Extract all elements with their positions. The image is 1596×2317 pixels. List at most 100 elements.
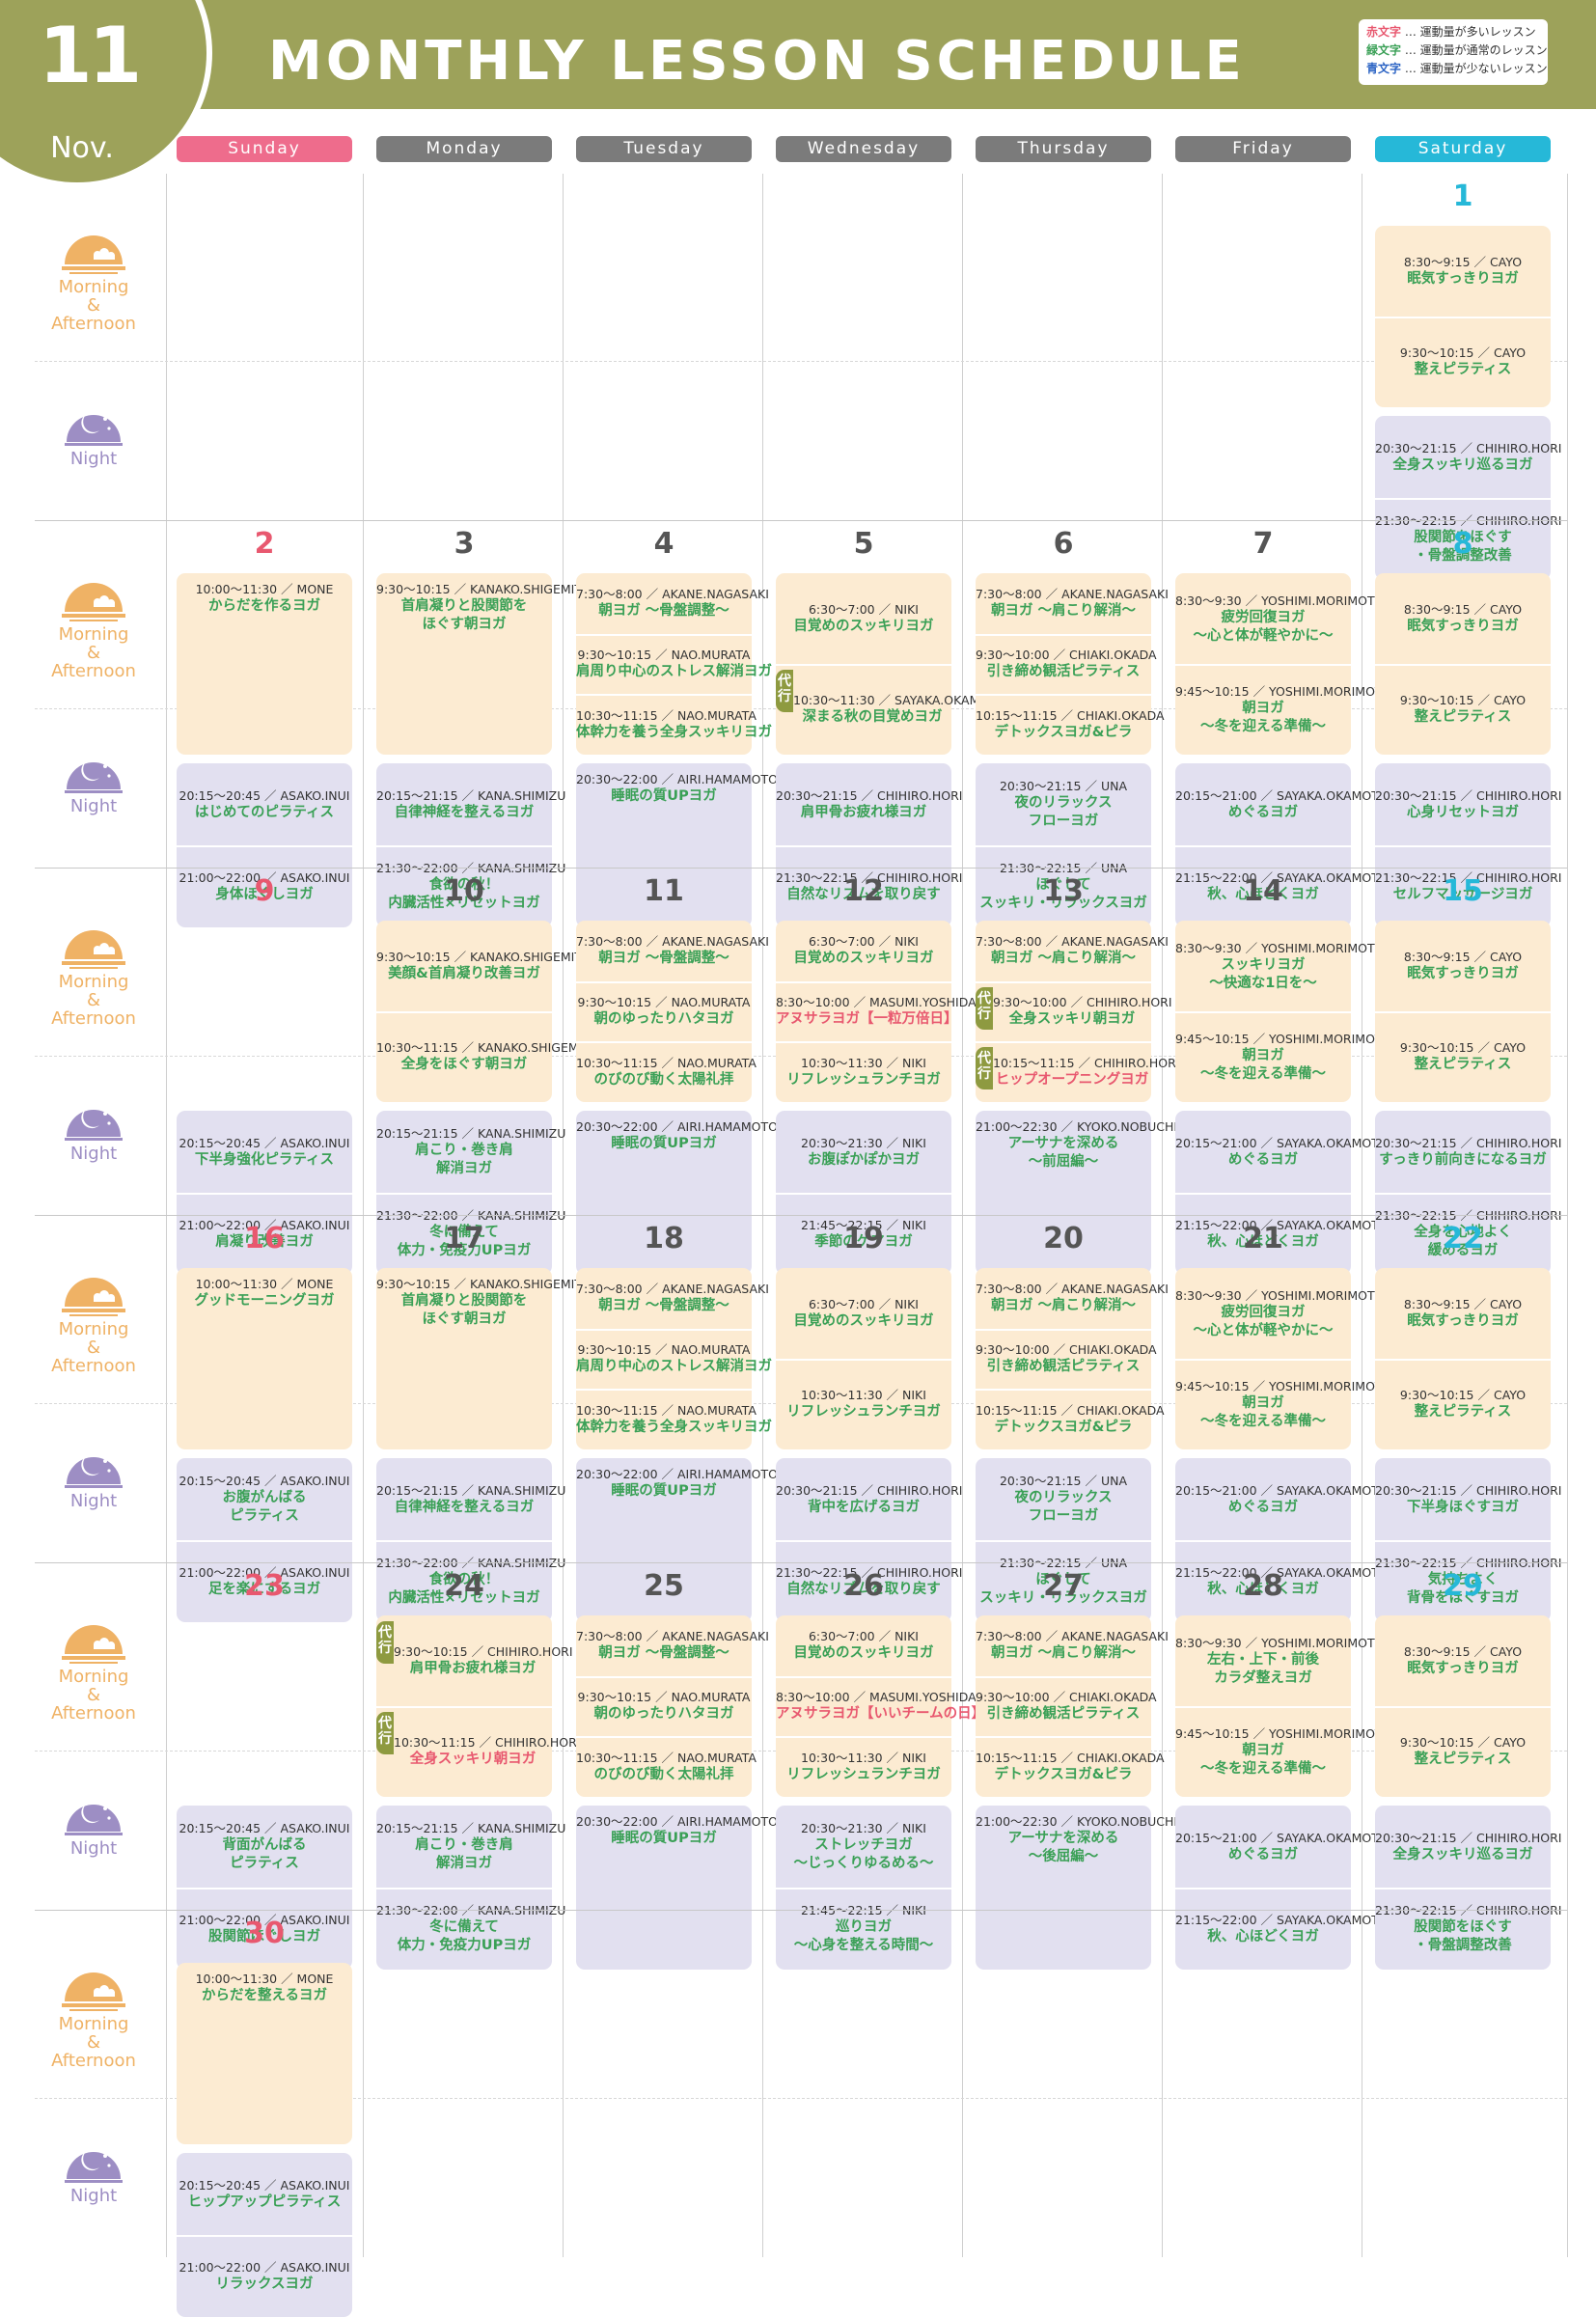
lesson-item[interactable]: 10:30～11:15 ／ CHIHIRO.HORI 全身スッキリ朝ヨガ <box>394 1734 581 1769</box>
lesson-item[interactable]: 20:30～21:15 ／ UNA 夜のリラックス フローヨガ <box>976 1473 1151 1526</box>
lesson-item[interactable]: 20:15～20:45 ／ ASAKO.INUI はじめてのピラティス <box>177 787 352 822</box>
lesson-item[interactable]: 10:15～11:15 ／ CHIHIRO.HORI ヒップオープニングヨガ <box>993 1055 1180 1090</box>
lesson-item[interactable]: 9:45～10:15 ／ YOSHIMI.MORIMOTO 朝ヨガ ～冬を迎える準… <box>1175 1031 1391 1084</box>
lesson-item[interactable]: 7:30～8:00 ／ AKANE.NAGASAKI 朝ヨガ ～骨盤調整～ <box>576 1281 769 1315</box>
lesson-item[interactable]: 20:30～22:00 ／ AIRI.HAMAMOTO 睡眠の質UPヨガ <box>576 1466 778 1501</box>
lesson-item[interactable]: 9:30～10:00 ／ CHIAKI.OKADA 引き締め観活ピラティス <box>976 647 1157 681</box>
lesson-item[interactable]: 9:30～10:15 ／ CAYO 整えピラティス <box>1375 1039 1551 1074</box>
lesson-item[interactable]: 20:30～22:00 ／ AIRI.HAMAMOTO 睡眠の質UPヨガ <box>576 1813 778 1848</box>
lesson-time-instructor: 9:30～10:15 ／ CAYO <box>1399 1735 1527 1750</box>
lesson-item[interactable]: 10:00～11:30 ／ MONE からだを作るヨガ <box>177 581 352 616</box>
lesson-item[interactable]: 20:30～21:15 ／ CHIHIRO.HORI 肩甲骨お疲れ様ヨガ <box>776 787 963 822</box>
lesson-item[interactable]: 10:30～11:30 ／ SAYAKA.OKAMOTO 深まる秋の目覚めヨガ <box>793 692 1006 727</box>
lesson-item[interactable]: 20:15～20:45 ／ ASAKO.INUI 背面がんばる ピラティス <box>177 1820 352 1873</box>
lesson-time-instructor: 9:30～10:00 ／ CHIHIRO.HORI <box>993 995 1172 1009</box>
lesson-item[interactable]: 10:30～11:15 ／ KANAKO.SHIGEMITSU 全身をほぐす朝ヨガ <box>376 1039 606 1074</box>
lesson-item[interactable]: 20:15～21:00 ／ SAYAKA.OKAMOTO めぐるヨガ <box>1175 787 1389 822</box>
lesson-item[interactable]: 20:30～21:15 ／ CHIHIRO.HORI すっきり前向きになるヨガ <box>1375 1135 1562 1170</box>
lesson-item[interactable]: 21:00～22:30 ／ KYOKO.NOBUCHI アーサナを深める ～前屈編… <box>976 1118 1177 1172</box>
lesson-item[interactable]: 7:30～8:00 ／ AKANE.NAGASAKI 朝ヨガ ～肩こり解消～ <box>976 586 1169 621</box>
lesson-item[interactable]: 9:30～10:15 ／ CAYO 整えピラティス <box>1375 692 1551 727</box>
lesson-item[interactable]: 8:30～10:00 ／ MASUMI.YOSHIDA アヌサラヨガ【いいチームの… <box>776 1689 985 1724</box>
lesson-item[interactable]: 9:30～10:00 ／ CHIHIRO.HORI 全身スッキリ朝ヨガ <box>993 994 1172 1029</box>
lesson-item[interactable]: 20:30～21:15 ／ CHIHIRO.HORI 下半身ほぐすヨガ <box>1375 1482 1562 1517</box>
lesson-item[interactable]: 20:30～21:30 ／ NIKI ストレッチヨガ ～じっくりゆるめる～ <box>776 1820 951 1873</box>
lesson-item[interactable]: 20:15～20:45 ／ ASAKO.INUI 下半身強化ピラティス <box>177 1135 352 1170</box>
lesson-item[interactable]: 9:30～10:15 ／ NAO.MURATA 肩周り中心のストレス解消ヨガ <box>576 647 772 681</box>
lesson-item[interactable]: 9:45～10:15 ／ YOSHIMI.MORIMOTO 朝ヨガ ～冬を迎える準… <box>1175 1725 1391 1779</box>
lesson-item[interactable]: 20:15～21:00 ／ SAYAKA.OKAMOTO めぐるヨガ <box>1175 1135 1389 1170</box>
lesson-item[interactable]: 9:45～10:15 ／ YOSHIMI.MORIMOTO 朝ヨガ ～冬を迎える準… <box>1175 683 1391 736</box>
lesson-item[interactable]: 7:30～8:00 ／ AKANE.NAGASAKI 朝ヨガ ～肩こり解消～ <box>976 1281 1169 1315</box>
lesson-item[interactable]: 8:30～9:30 ／ YOSHIMI.MORIMOTO 疲労回復ヨガ ～心と体が… <box>1175 1287 1384 1340</box>
lesson-item[interactable]: 20:30～21:15 ／ UNA 夜のリラックス フローヨガ <box>976 778 1151 831</box>
lesson-item[interactable]: 9:30～10:15 ／ NAO.MURATA 肩周り中心のストレス解消ヨガ <box>576 1341 772 1376</box>
lesson-item[interactable]: 7:30～8:00 ／ AKANE.NAGASAKI 朝ヨガ ～骨盤調整～ <box>576 586 769 621</box>
lesson-item[interactable]: 10:30～11:15 ／ NAO.MURATA 体幹力を養う全身スッキリヨガ <box>576 1402 772 1437</box>
lesson-item[interactable]: 9:30～10:15 ／ CAYO 整えピラティス <box>1375 1734 1551 1769</box>
lesson-item[interactable]: 9:30～10:15 ／ CAYO 整えピラティス <box>1375 345 1551 379</box>
lesson-item[interactable]: 21:00～22:00 ／ ASAKO.INUI リラックスヨガ <box>177 2259 352 2294</box>
date-number: 9 <box>254 874 275 908</box>
lesson-item[interactable]: 6:30～7:00 ／ NIKI 目覚めのスッキリヨガ <box>776 1296 951 1331</box>
lesson-item[interactable]: 20:15～20:45 ／ ASAKO.INUI ヒップアップピラティス <box>177 2177 352 2212</box>
lesson-item[interactable]: 10:30～11:30 ／ NIKI リフレッシュランチヨガ <box>776 1750 951 1784</box>
lesson-time-instructor: 20:30～21:15 ／ CHIHIRO.HORI <box>1375 1830 1562 1845</box>
lesson-item[interactable]: 9:30～10:00 ／ CHIAKI.OKADA 引き締め観活ピラティス <box>976 1341 1157 1376</box>
lesson-item[interactable]: 8:30～9:15 ／ CAYO 眠気すっきりヨガ <box>1375 1643 1551 1678</box>
lesson-item[interactable]: 7:30～8:00 ／ AKANE.NAGASAKI 朝ヨガ ～肩こり解消～ <box>976 1628 1169 1663</box>
lesson-item[interactable]: 20:15～20:45 ／ ASAKO.INUI お腹がんばる ピラティス <box>177 1473 352 1526</box>
lesson-item[interactable]: 8:30～9:15 ／ CAYO 眠気すっきりヨガ <box>1375 254 1551 289</box>
lesson-item[interactable]: 9:30～10:00 ／ CHIAKI.OKADA 引き締め観活ピラティス <box>976 1689 1157 1724</box>
lesson-item[interactable]: 9:30～10:15 ／ KANAKO.SHIGEMITSU 首肩凝りと股関節を … <box>376 581 598 634</box>
lesson-item[interactable]: 8:30～9:15 ／ CAYO 眠気すっきりヨガ <box>1375 601 1551 636</box>
lesson-item[interactable]: 7:30～8:00 ／ AKANE.NAGASAKI 朝ヨガ ～骨盤調整～ <box>576 933 769 968</box>
lesson-item[interactable]: 21:15～22:00 ／ SAYAKA.OKAMOTO 秋、心ほどくヨガ <box>1175 1912 1389 1946</box>
lesson-item[interactable]: 8:30～9:15 ／ CAYO 眠気すっきりヨガ <box>1375 949 1551 983</box>
lesson-item[interactable]: 21:00～22:30 ／ KYOKO.NOBUCHI アーサナを深める ～後屈編… <box>976 1813 1177 1866</box>
lesson-item[interactable]: 20:15～21:15 ／ KANA.SHIMIZU 肩こり・巻き肩 解消ヨガ <box>376 1820 565 1873</box>
lesson-item[interactable]: 20:15～21:15 ／ KANA.SHIMIZU 肩こり・巻き肩 解消ヨガ <box>376 1125 565 1178</box>
lesson-item[interactable]: 20:15～21:00 ／ SAYAKA.OKAMOTO めぐるヨガ <box>1175 1482 1389 1517</box>
lesson-item[interactable]: 9:45～10:15 ／ YOSHIMI.MORIMOTO 朝ヨガ ～冬を迎える準… <box>1175 1378 1391 1431</box>
lesson-item[interactable]: 9:30～10:15 ／ NAO.MURATA 朝のゆったりハタヨガ <box>576 994 752 1029</box>
lesson-item[interactable]: 8:30～9:30 ／ YOSHIMI.MORIMOTO 左右・上下・前後 カラダ… <box>1175 1635 1384 1688</box>
lesson-item[interactable]: 8:30～9:15 ／ CAYO 眠気すっきりヨガ <box>1375 1296 1551 1331</box>
lesson-item[interactable]: 8:30～10:00 ／ MASUMI.YOSHIDA アヌサラヨガ【一粒万倍日】 <box>776 994 977 1029</box>
lesson-item[interactable]: 10:00～11:30 ／ MONE グッドモーニングヨガ <box>177 1276 352 1310</box>
lesson-item[interactable]: 20:15～21:00 ／ SAYAKA.OKAMOTO めぐるヨガ <box>1175 1830 1389 1864</box>
lesson-item[interactable]: 9:30～10:15 ／ CAYO 整えピラティス <box>1375 1387 1551 1421</box>
date-number: 22 <box>1443 1222 1483 1255</box>
lesson-item[interactable]: 6:30～7:00 ／ NIKI 目覚めのスッキリヨガ <box>776 1628 951 1663</box>
lesson-name: 朝ヨガ ～肩こり解消～ <box>990 603 1137 620</box>
lesson-item[interactable]: 20:15～21:15 ／ KANA.SHIMIZU 自律神経を整えるヨガ <box>376 787 565 822</box>
lesson-item[interactable]: 9:30～10:15 ／ CHIHIRO.HORI 肩甲骨お疲れ様ヨガ <box>394 1643 573 1678</box>
lesson-item[interactable]: 10:30～11:30 ／ NIKI リフレッシュランチヨガ <box>776 1055 951 1090</box>
lesson-item[interactable]: 10:15～11:15 ／ CHIAKI.OKADA デトックスヨガ&ピラ <box>976 707 1165 742</box>
lesson-item[interactable]: 9:30～10:15 ／ KANAKO.SHIGEMITSU 首肩凝りと股関節を … <box>376 1276 598 1329</box>
lesson-item[interactable]: 10:15～11:15 ／ CHIAKI.OKADA デトックスヨガ&ピラ <box>976 1750 1165 1784</box>
lesson-item[interactable]: 7:30～8:00 ／ AKANE.NAGASAKI 朝ヨガ ～骨盤調整～ <box>576 1628 769 1663</box>
lesson-item[interactable]: 8:30～9:30 ／ YOSHIMI.MORIMOTO スッキリヨガ ～快適な1… <box>1175 940 1384 993</box>
lesson-item[interactable]: 9:30～10:15 ／ KANAKO.SHIGEMITSU 美顔&首肩凝り改善ヨ… <box>376 949 598 983</box>
lesson-item[interactable]: 20:15～21:15 ／ KANA.SHIMIZU 自律神経を整えるヨガ <box>376 1482 565 1517</box>
moon-icon <box>65 1803 123 1835</box>
lesson-item[interactable]: 10:30～11:15 ／ NAO.MURATA 体幹力を養う全身スッキリヨガ <box>576 707 772 742</box>
lesson-item[interactable]: 20:30～21:30 ／ NIKI お腹ぽかぽかヨガ <box>776 1135 951 1170</box>
lesson-item[interactable]: 6:30～7:00 ／ NIKI 目覚めのスッキリヨガ <box>776 601 951 636</box>
lesson-item[interactable]: 20:30～22:00 ／ AIRI.HAMAMOTO 睡眠の質UPヨガ <box>576 1118 778 1153</box>
lesson-item[interactable]: 10:30～11:15 ／ NAO.MURATA のびのび動く太陽礼拝 <box>576 1750 757 1784</box>
lesson-item[interactable]: 8:30～9:30 ／ YOSHIMI.MORIMOTO 疲労回復ヨガ ～心と体が… <box>1175 593 1384 646</box>
lesson-item[interactable]: 10:30～11:15 ／ NAO.MURATA のびのび動く太陽礼拝 <box>576 1055 757 1090</box>
lesson-item[interactable]: 20:30～21:15 ／ CHIHIRO.HORI 背中を広げるヨガ <box>776 1482 963 1517</box>
lesson-item[interactable]: 20:30～21:15 ／ CHIHIRO.HORI 全身スッキリ巡るヨガ <box>1375 1830 1562 1864</box>
lesson-item[interactable]: 9:30～10:15 ／ NAO.MURATA 朝のゆったりハタヨガ <box>576 1689 752 1724</box>
lesson-item[interactable]: 10:15～11:15 ／ CHIAKI.OKADA デトックスヨガ&ピラ <box>976 1402 1165 1437</box>
lesson-item[interactable]: 10:30～11:30 ／ NIKI リフレッシュランチヨガ <box>776 1387 951 1421</box>
lesson-item[interactable]: 20:30～21:15 ／ CHIHIRO.HORI 全身スッキリ巡るヨガ <box>1375 440 1562 475</box>
lesson-item[interactable]: 10:00～11:30 ／ MONE からだを整えるヨガ <box>177 1971 352 2005</box>
lesson-item[interactable]: 7:30～8:00 ／ AKANE.NAGASAKI 朝ヨガ ～肩こり解消～ <box>976 933 1169 968</box>
lesson-item[interactable]: 6:30～7:00 ／ NIKI 目覚めのスッキリヨガ <box>776 933 951 968</box>
lesson-item[interactable]: 20:30～21:15 ／ CHIHIRO.HORI 心身リセットヨガ <box>1375 787 1562 822</box>
lesson-item[interactable]: 20:30～22:00 ／ AIRI.HAMAMOTO 睡眠の質UPヨガ <box>576 771 778 806</box>
